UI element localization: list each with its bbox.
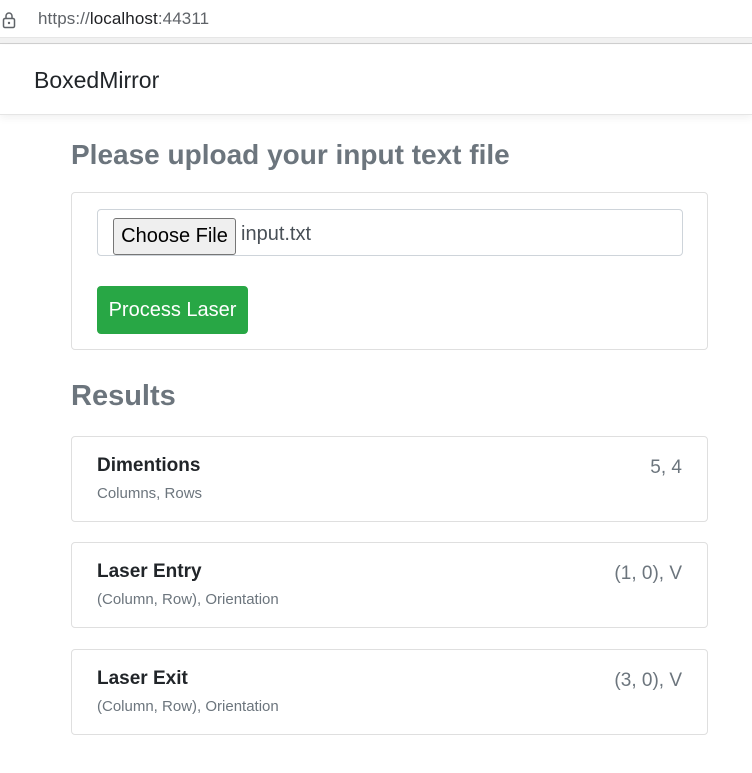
browser-address-bar: https://localhost:44311 (0, 0, 752, 38)
browser-toolbar-edge (0, 38, 752, 44)
selected-file-name: input.txt (241, 223, 312, 245)
url-scheme: https:// (38, 9, 90, 28)
result-label: Laser Entry (97, 561, 202, 582)
upload-heading: Please upload your input text file (71, 139, 510, 170)
results-heading: Results (71, 380, 176, 412)
lock-icon[interactable] (2, 11, 16, 29)
result-sublabel: (Column, Row), Orientation (97, 591, 279, 608)
result-label: Laser Exit (97, 668, 188, 689)
result-card-laser-entry: Laser Entry (Column, Row), Orientation (… (71, 542, 708, 628)
result-value: 5, 4 (650, 457, 682, 478)
result-value: (1, 0), V (614, 563, 682, 584)
result-label: Dimentions (97, 455, 201, 476)
url-field[interactable]: https://localhost:44311 (38, 9, 209, 29)
upload-card: Choose File input.txt Process Laser (71, 192, 708, 350)
result-value: (3, 0), V (614, 670, 682, 691)
result-card-dimentions: Dimentions Columns, Rows 5, 4 (71, 436, 708, 522)
navbar: BoxedMirror (0, 45, 752, 115)
url-port: :44311 (157, 9, 210, 28)
result-sublabel: (Column, Row), Orientation (97, 698, 279, 715)
choose-file-button[interactable]: Choose File (113, 218, 236, 255)
process-laser-button[interactable]: Process Laser (97, 286, 248, 334)
url-host: localhost (89, 9, 158, 28)
file-input[interactable]: Choose File input.txt (97, 209, 683, 256)
result-card-laser-exit: Laser Exit (Column, Row), Orientation (3… (71, 649, 708, 735)
brand-link[interactable]: BoxedMirror (34, 67, 159, 94)
result-sublabel: Columns, Rows (97, 485, 203, 502)
